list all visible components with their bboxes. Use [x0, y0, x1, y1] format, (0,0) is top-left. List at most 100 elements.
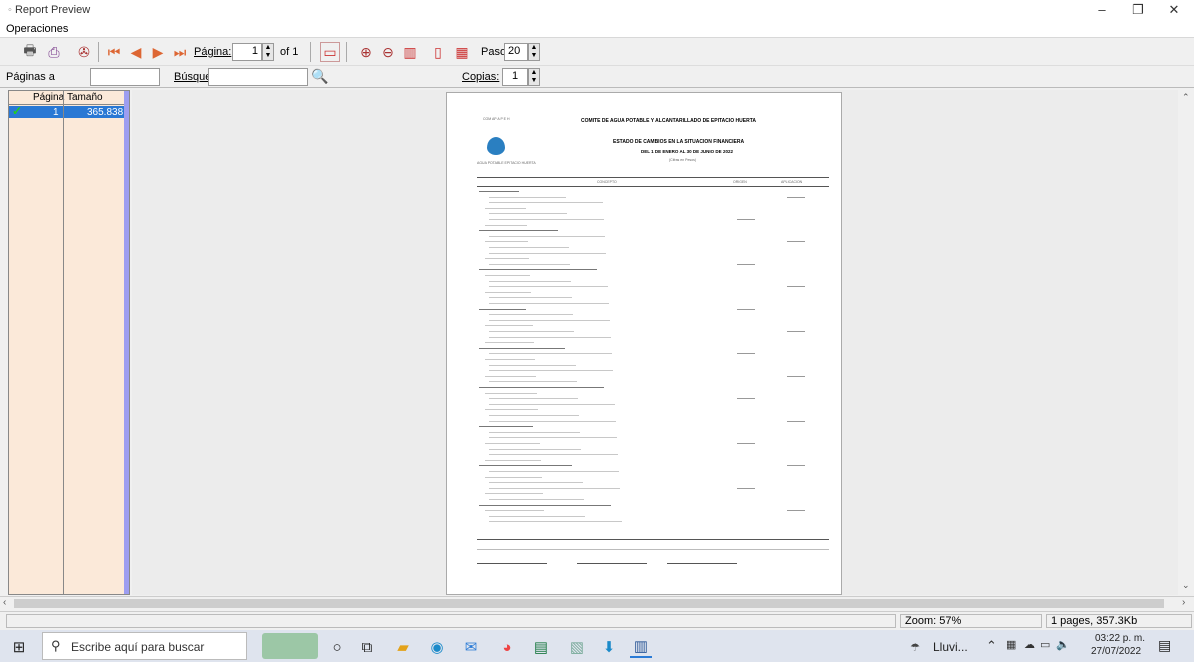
display-icon[interactable]: ▭	[1040, 638, 1050, 651]
paso-spinner[interactable]: ▲ ▼	[528, 43, 540, 61]
search-highlight-image	[262, 633, 318, 659]
edge-icon[interactable]: ◉	[426, 636, 448, 658]
report-line	[489, 515, 585, 517]
report-line	[479, 191, 519, 192]
single-page-icon[interactable]: ▭	[320, 42, 340, 62]
report-line	[479, 387, 604, 388]
whole-page-icon[interactable]: ▯	[428, 42, 448, 62]
report-line	[485, 409, 538, 411]
two-pages-icon[interactable]: ▦	[452, 42, 472, 62]
prev-page-icon[interactable]: ◀	[126, 42, 146, 62]
next-page-icon[interactable]: ▶	[148, 42, 168, 62]
vertical-scrollbar[interactable]: ⌃ ⌄	[1178, 90, 1194, 595]
tray-chevron-icon[interactable]: ⌃	[986, 638, 997, 654]
report-value-mark	[787, 331, 805, 332]
clock-date[interactable]: 27/07/2022	[1091, 646, 1141, 657]
toolbar-main: 🖶 ⎙ ✇ ⏮ ◀ ▶ ⏭ Página: 1 ▲ ▼ of 1 ▭ ⊕ ⊖ ▥ …	[0, 38, 1194, 66]
page-number-input[interactable]: 1	[232, 43, 262, 61]
report-line	[485, 375, 536, 377]
report-line	[489, 353, 612, 355]
report-line	[489, 235, 605, 237]
word-icon[interactable]: ▥	[630, 636, 652, 658]
window-title: ◦ Report Preview	[8, 4, 91, 16]
export-icon[interactable]: ✇	[74, 42, 94, 62]
onedrive-icon[interactable]: ☁	[1024, 638, 1035, 651]
maximize-button[interactable]: ❐	[1121, 1, 1155, 19]
title-bar: ◦ Report Preview – ❐ ✕	[0, 0, 1194, 20]
report-value-mark	[737, 443, 755, 444]
paso-input[interactable]: 20	[504, 43, 528, 61]
scroll-left-icon[interactable]: ‹	[3, 597, 6, 608]
page-list-header: Página Tamaño	[9, 91, 129, 105]
report-line	[489, 331, 574, 332]
report-value-mark	[787, 375, 805, 377]
search-input[interactable]	[208, 68, 308, 86]
report-value-mark	[787, 241, 805, 243]
report-line	[489, 521, 622, 523]
report-line	[485, 325, 533, 327]
report-line	[489, 213, 567, 215]
last-page-icon[interactable]: ⏭	[170, 42, 190, 62]
paginas-a-label: Páginas a	[6, 71, 55, 83]
scroll-up-icon[interactable]: ⌃	[1182, 92, 1190, 103]
network-icon[interactable]: ▦	[1006, 638, 1016, 651]
horizontal-scroll-thumb[interactable]	[14, 599, 1164, 608]
download-icon[interactable]: ⬇	[598, 636, 620, 658]
weather-text[interactable]: Lluvi...	[933, 640, 968, 654]
print-icon[interactable]: 🖶	[20, 42, 40, 62]
report-value-mark	[737, 398, 755, 400]
report-value-mark	[737, 487, 755, 489]
report-line	[485, 493, 543, 495]
report-line	[489, 297, 572, 299]
horizontal-scrollbar[interactable]: ‹ ›	[0, 596, 1194, 610]
close-button[interactable]: ✕	[1157, 1, 1191, 19]
taskbar-search-box[interactable]: ⚲ Escribe aquí para buscar	[42, 632, 247, 660]
mail-icon[interactable]: ✉	[460, 636, 482, 658]
report-line	[479, 347, 565, 349]
page-width-icon[interactable]: ▥	[400, 42, 420, 62]
search-icon[interactable]: 🔍	[310, 66, 330, 86]
copias-input[interactable]: 1	[502, 68, 528, 86]
paginas-input[interactable]	[90, 68, 160, 86]
page-spinner[interactable]: ▲ ▼	[262, 43, 274, 61]
minimize-button[interactable]: –	[1085, 1, 1119, 19]
first-page-icon[interactable]: ⏮	[104, 42, 124, 62]
report-line	[489, 364, 576, 366]
report-value-mark	[787, 196, 805, 198]
report-line	[489, 415, 579, 416]
menu-bar: Operaciones	[0, 20, 1194, 38]
report-value-mark	[737, 308, 755, 310]
zoom-in-icon[interactable]: ⊕	[356, 42, 376, 62]
of-pages-label: of 1	[280, 46, 299, 58]
windows-start-icon[interactable]: ⊞	[8, 636, 30, 658]
status-message	[6, 614, 896, 628]
report-line	[485, 392, 537, 394]
report-line	[489, 202, 603, 204]
report-page: COM AP A P E H AGUA POTABLE EPITACIO HUE…	[446, 92, 842, 595]
report-line	[489, 437, 617, 439]
print-setup-icon[interactable]: ⎙	[44, 42, 64, 62]
notifications-icon[interactable]: ▤	[1158, 637, 1171, 654]
report-title: COMITE DE AGUA POTABLE Y ALCANTARILLADO …	[581, 118, 756, 124]
cortana-icon[interactable]: ○	[326, 636, 348, 658]
chrome-icon[interactable]: ◕	[496, 636, 518, 658]
page-row-selected[interactable]: ✓ 1 365.838	[9, 104, 124, 118]
clock-time[interactable]: 03:22 p. m.	[1095, 633, 1145, 644]
report-line	[489, 286, 608, 288]
report-value-mark	[737, 263, 755, 265]
zoom-out-icon[interactable]: ⊖	[378, 42, 398, 62]
app-icon[interactable]: ▧	[566, 636, 588, 658]
report-line	[489, 247, 569, 248]
report-line	[485, 476, 542, 478]
scroll-down-icon[interactable]: ⌄	[1182, 580, 1190, 591]
menu-operaciones[interactable]: Operaciones	[6, 23, 68, 35]
task-view-icon[interactable]: ⧉	[356, 636, 378, 658]
search-glass-icon: ⚲	[51, 638, 61, 653]
volume-icon[interactable]: 🔈	[1056, 638, 1070, 651]
copias-spinner[interactable]: ▲ ▼	[528, 68, 540, 86]
report-line	[485, 359, 535, 360]
report-line	[489, 263, 570, 265]
file-explorer-icon[interactable]: ▰	[392, 636, 414, 658]
scroll-right-icon[interactable]: ›	[1182, 597, 1185, 608]
excel-icon[interactable]: ▤	[530, 636, 552, 658]
